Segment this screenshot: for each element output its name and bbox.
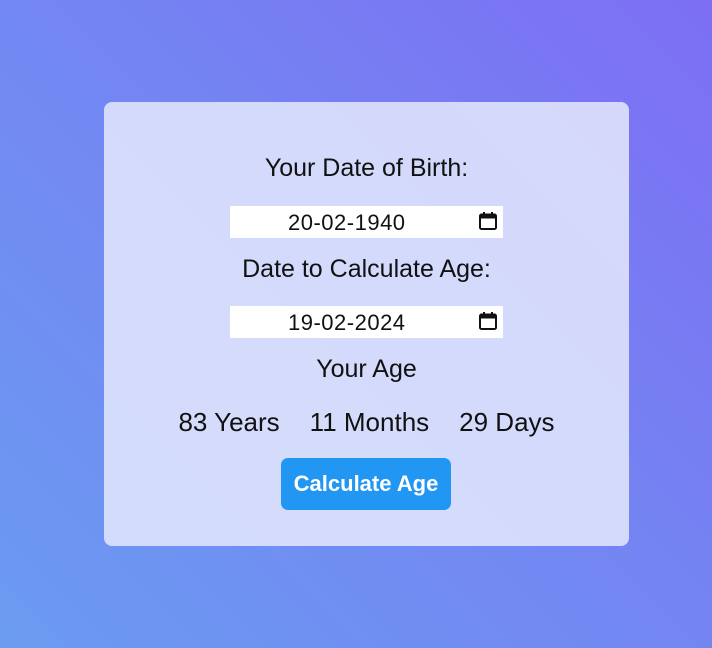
age-years: 83 Years — [178, 407, 280, 437]
calc-date-value: 19-02-2024 — [288, 310, 406, 335]
dob-date-input[interactable]: 20-02-1940 — [230, 206, 503, 238]
age-months: 11 Months — [309, 407, 430, 437]
age-heading: Your Age — [316, 355, 417, 383]
calc-date-label: Date to Calculate Age: — [242, 255, 491, 283]
age-result: 83 Years 11 Months 29 Days — [104, 407, 629, 438]
calculate-age-button[interactable]: Calculate Age — [281, 458, 451, 510]
dob-label: Your Date of Birth: — [264, 154, 469, 182]
age-calculator-card: Your Date of Birth: 20-02-1940 Date to C… — [104, 102, 629, 546]
dob-date-value: 20-02-1940 — [288, 210, 406, 235]
calendar-icon[interactable] — [478, 311, 498, 331]
calendar-icon[interactable] — [478, 211, 498, 231]
age-days: 29 Days — [459, 407, 555, 437]
calc-date-input[interactable]: 19-02-2024 — [230, 306, 503, 338]
